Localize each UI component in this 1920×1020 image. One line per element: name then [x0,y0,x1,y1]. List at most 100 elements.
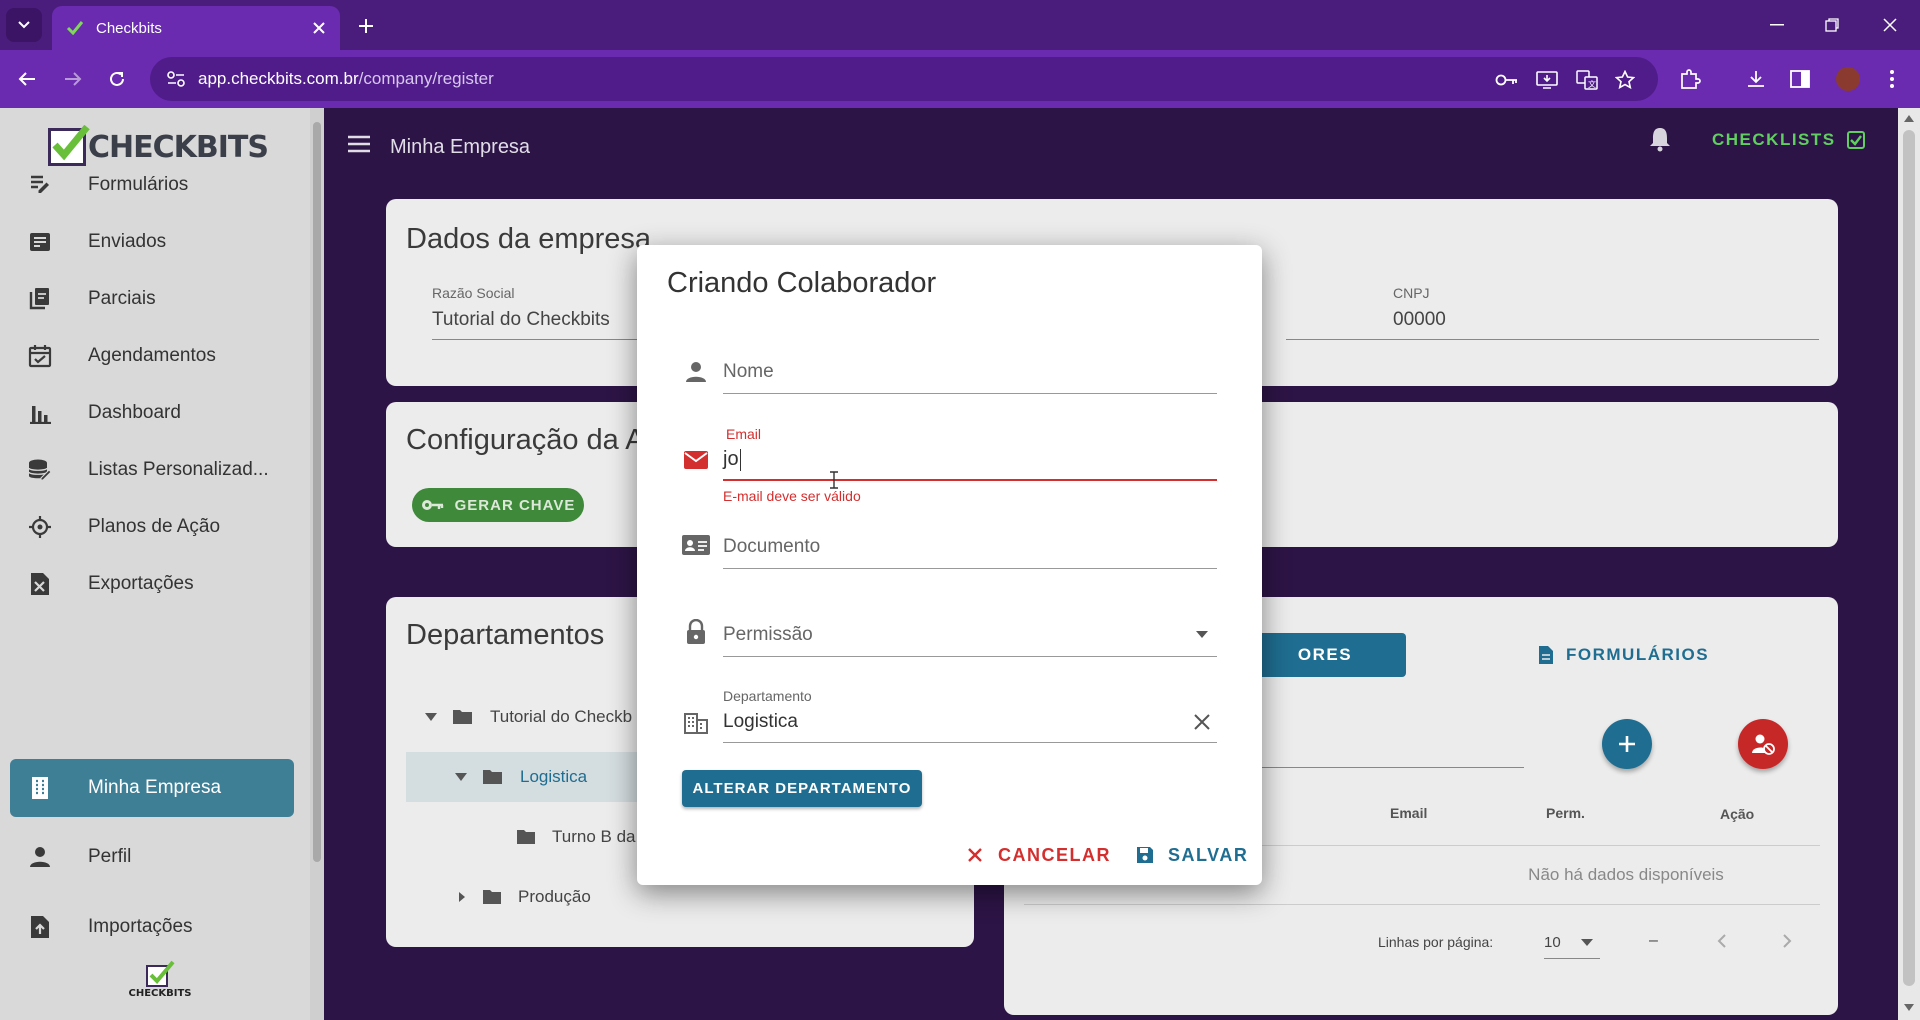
checklists-button[interactable]: CHECKLISTS [1712,130,1866,150]
tab-colaboradores[interactable]: ORES [1244,633,1406,677]
minimize-button[interactable] [1757,12,1797,38]
caret-right-icon[interactable] [458,891,466,903]
cnpj-field[interactable]: 00000 [1393,309,1446,331]
email-value: jo [723,448,739,470]
bottom-logo-text: CHECKBITS [128,988,192,999]
browser-tab[interactable]: Checkbits [52,6,340,50]
sidebar-item-label: Enviados [88,231,167,252]
caret-down-icon[interactable] [424,712,438,722]
sidebar-item-dashboard[interactable]: Dashboard [10,384,294,442]
folder-open-icon [453,710,472,724]
url-path: /company/register [358,69,494,88]
alter-department-button[interactable]: ALTERAR DEPARTAMENTO [682,770,922,807]
chevron-right-icon[interactable] [1782,933,1792,949]
extensions-icon[interactable] [1676,65,1704,93]
permission-underline [723,656,1217,657]
side-panel-icon[interactable] [1786,65,1814,93]
id-card-icon [681,530,711,560]
password-key-icon[interactable] [1494,67,1520,93]
save-button[interactable]: SALVAR [1136,837,1248,873]
new-tab-button[interactable] [352,12,380,40]
download-icon[interactable] [1742,65,1770,93]
menu-icon[interactable] [346,134,372,154]
add-collaborator-button[interactable] [1602,719,1652,769]
bar-chart-icon [30,406,51,424]
close-icon[interactable] [312,21,326,35]
department-field[interactable]: Logistica [723,711,798,733]
email-input[interactable]: jo [723,448,741,471]
close-icon [968,848,982,862]
person-off-icon [1752,734,1775,755]
razao-field[interactable]: Tutorial do Checkbits [432,309,610,331]
column-header-email[interactable]: Email [1390,805,1427,821]
scroll-up-icon[interactable] [1904,114,1914,122]
card-title: Dados da empresa [406,223,652,255]
generate-key-button[interactable]: GERAR CHAVE [412,488,584,522]
import-icon [31,916,49,938]
bookmark-star-icon[interactable] [1612,67,1638,93]
sidebar-item-agendamentos[interactable]: Agendamentos [10,327,294,385]
clear-icon[interactable] [1193,713,1211,731]
back-button[interactable] [12,64,42,94]
site-settings-icon[interactable] [166,70,186,88]
document-underline [723,568,1217,569]
column-header-perm[interactable]: Perm. [1546,805,1585,821]
sidebar-item-label: Importações [88,916,193,937]
tab-label: FORMULÁRIOS [1566,645,1710,664]
profile-avatar[interactable] [1834,65,1862,93]
plus-icon [1619,736,1635,752]
card-title: Departamentos [406,619,605,651]
sidebar-item-label: Formulários [88,174,189,195]
name-input[interactable]: Nome [723,361,774,383]
browser-menu-icon[interactable] [1878,65,1906,93]
rows-per-page-value: 10 [1544,934,1561,951]
alter-department-label: ALTERAR DEPARTAMENTO [692,780,912,797]
translate-icon[interactable]: 文 [1574,67,1600,93]
create-collaborator-dialog: Criando Colaborador Nome Email jo E-mail… [637,245,1262,885]
document-input[interactable]: Documento [723,536,820,558]
scroll-down-icon[interactable] [1904,1004,1914,1012]
main-scroll-thumb[interactable] [1903,130,1915,986]
main-scrollbar[interactable] [1898,108,1920,1020]
sidebar-item-planos-acao[interactable]: Planos de Ação [10,498,294,556]
sidebar-item-listas[interactable]: Listas Personalizad... [10,441,294,499]
chevron-left-icon[interactable] [1717,933,1727,949]
sidebar-item-minha-empresa[interactable]: Minha Empresa [10,759,294,817]
restore-button[interactable] [1812,12,1852,38]
calendar-check-icon [28,345,52,368]
tab-title: Checkbits [96,19,162,37]
permission-select[interactable]: Permissão [723,624,813,646]
forward-button[interactable] [58,64,88,94]
sidebar-item-perfil[interactable]: Perfil [10,828,294,886]
sidebar-item-importacoes[interactable]: Importações [10,898,294,956]
dialog-title: Criando Colaborador [667,267,937,299]
close-window-button[interactable] [1870,12,1910,38]
sidebar-item-label: Dashboard [88,402,181,423]
caret-down-icon[interactable] [1196,631,1208,639]
tree-item-label: Logistica [520,767,588,786]
address-bar[interactable]: app.checkbits.com.br/company/register 文 [150,57,1658,101]
sidebar-scroll-thumb[interactable] [313,122,321,862]
tab-search-button[interactable] [6,8,42,42]
bell-icon[interactable] [1648,126,1672,152]
tree-item-label: Tutorial do Checkb [490,707,633,726]
install-app-icon[interactable] [1534,67,1560,93]
svg-text:文: 文 [1588,79,1596,89]
sidebar-item-exportacoes[interactable]: Exportações [10,555,294,613]
reload-button[interactable] [102,64,132,94]
remove-collaborator-button[interactable] [1738,719,1788,769]
sidebar-item-parciais[interactable]: Parciais [10,270,294,328]
caret-down-icon[interactable] [454,772,468,782]
restore-icon [1825,18,1839,32]
tab-label: ORES [1297,645,1353,664]
cancel-button[interactable]: CANCELAR [968,837,1111,873]
save-floppy-icon [1137,847,1153,863]
sidebar-item-enviados[interactable]: Enviados [10,213,294,271]
browser-toolbar: app.checkbits.com.br/company/register 文 [0,50,1920,108]
reload-icon [110,71,124,86]
tab-formularios[interactable]: FORMULÁRIOS [1538,633,1709,677]
rows-per-page-select[interactable]: 10 [1544,927,1600,959]
sidebar-item-formularios[interactable]: Formulários [10,156,294,214]
close-icon [1883,18,1897,32]
sidebar-scrollbar[interactable] [310,108,324,1020]
